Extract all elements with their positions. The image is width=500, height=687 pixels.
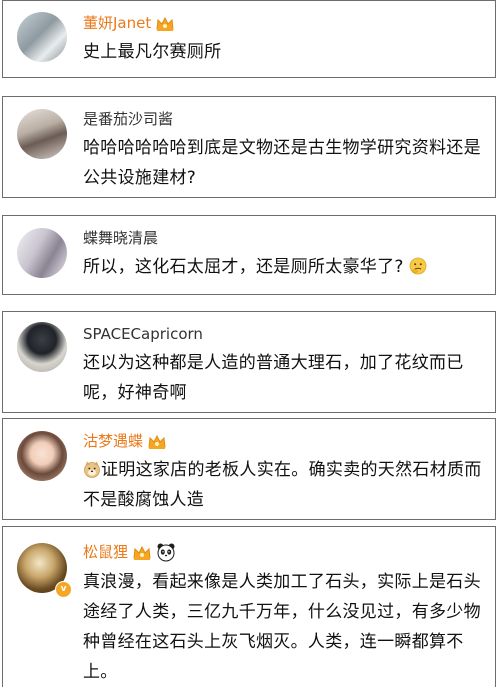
comment-card: 是番茄沙司酱 哈哈哈哈哈哈到底是文物还是古生物学研究资料还是公共设施建材?	[2, 96, 496, 198]
username-row: 董妍Janet	[83, 13, 175, 33]
avatar[interactable]	[17, 228, 67, 278]
username[interactable]: 蝶舞晓清晨	[83, 228, 158, 248]
username-row: 沽梦遇蝶	[83, 431, 167, 451]
crown-badge-icon	[133, 545, 151, 560]
username[interactable]: 董妍Janet	[83, 13, 151, 33]
avatar[interactable]	[17, 431, 67, 481]
username[interactable]: SPACECapricorn	[83, 324, 203, 344]
username[interactable]: 沽梦遇蝶	[83, 431, 143, 451]
crown-badge-icon	[148, 434, 166, 449]
username[interactable]: 松鼠狸	[83, 542, 128, 562]
avatar[interactable]	[17, 109, 67, 159]
comment-text-content: 证明这家店的老板人实在。确实卖的天然石材质而不是酸腐蚀人造	[83, 460, 482, 510]
comment-text: 史上最凡尔赛厕所	[83, 42, 222, 62]
comment-text: 所以，这化石太屈才，还是厕所太豪华了?	[83, 252, 488, 282]
comment-card: SPACECapricorn 还以为这种都是人造的普通大理石，加了花纹而已呢，好…	[2, 311, 496, 413]
username-row: 是番茄沙司酱	[83, 109, 173, 129]
verified-badge-icon: v	[55, 581, 72, 598]
username-row: 蝶舞晓清晨	[83, 228, 158, 248]
username[interactable]: 是番茄沙司酱	[83, 109, 173, 129]
thinking-face-icon	[410, 257, 427, 275]
avatar[interactable]	[17, 12, 67, 62]
username-row: SPACECapricorn	[83, 324, 203, 344]
username-row: 松鼠狸	[83, 542, 176, 562]
comment-card: 董妍Janet 史上最凡尔赛厕所	[2, 0, 496, 78]
comment-text: 证明这家店的老板人实在。确实卖的天然石材质而不是酸腐蚀人造	[83, 455, 488, 515]
comment-text: 真浪漫，看起来像是人类加工了石头，实际上是石头途经了人类，三亿九千万年，什么没见…	[83, 572, 481, 682]
panda-badge-icon	[157, 543, 175, 562]
comment-text: 还以为这种都是人造的普通大理石，加了花纹而已呢，好神奇啊	[83, 353, 464, 403]
crown-badge-icon	[156, 16, 174, 31]
comment-text: 哈哈哈哈哈哈到底是文物还是古生物学研究资料还是公共设施建材?	[83, 138, 481, 188]
doge-icon	[84, 461, 100, 478]
avatar[interactable]	[17, 322, 67, 372]
comment-card: 沽梦遇蝶 证明这家店的老板人实在。确实卖的天然石材质而不是酸腐蚀人造	[2, 418, 496, 520]
comment-text-content: 所以，这化石太屈才，还是厕所太豪华了?	[83, 257, 404, 277]
comment-card: 蝶舞晓清晨 所以，这化石太屈才，还是厕所太豪华了?	[2, 215, 496, 295]
comment-card: v 松鼠狸 真浪漫，看起来像是人类加工了石头，实际上是石头途经了人类，三亿九千万…	[2, 526, 496, 687]
